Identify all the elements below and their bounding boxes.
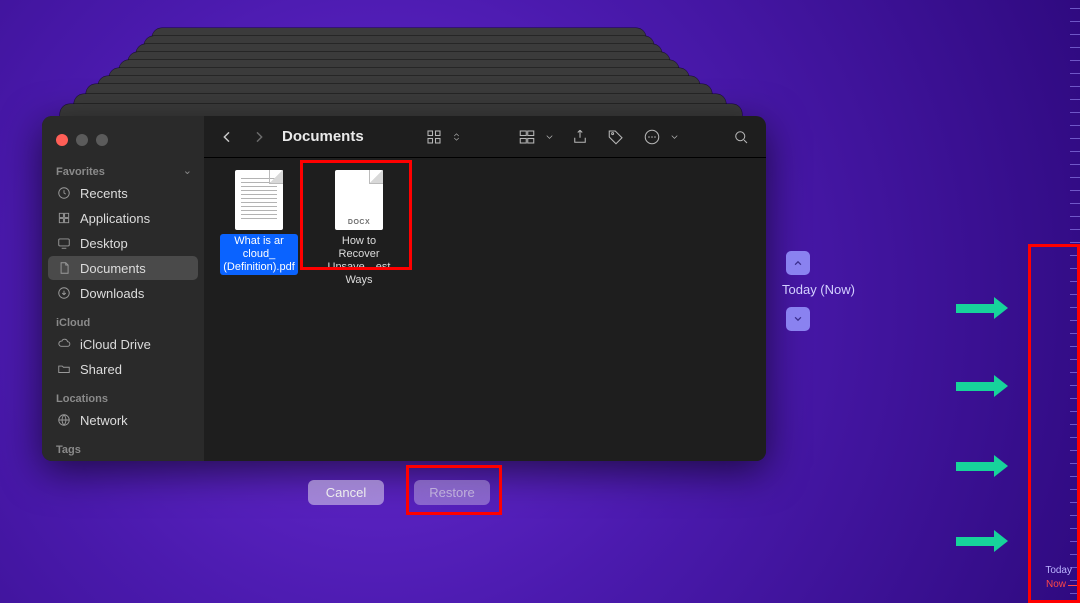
- annotation-arrow-icon: [956, 530, 1008, 552]
- ruler-now-label: Now: [1046, 579, 1066, 590]
- sidebar-item-downloads[interactable]: Downloads: [48, 281, 198, 305]
- toolbar: Documents: [204, 116, 766, 158]
- sidebar-item-label: Documents: [80, 261, 146, 276]
- file-name: How to Recover Unsave…est Ways: [320, 234, 398, 288]
- annotation-arrow-icon: [956, 375, 1008, 397]
- file-item[interactable]: What is ar cloud_ (Definition).pdf: [220, 170, 298, 275]
- actions-icon[interactable]: [641, 126, 663, 148]
- chevron-down-icon[interactable]: ⌄: [183, 164, 192, 177]
- sidebar-item-label: iCloud Drive: [80, 337, 151, 352]
- sidebar-item-iclouddrive[interactable]: iCloud Drive: [48, 332, 198, 356]
- window-title: Documents: [282, 128, 364, 145]
- minimize-window-button[interactable]: [76, 134, 88, 146]
- traffic-lights: [48, 122, 198, 160]
- tag-icon[interactable]: [605, 126, 627, 148]
- timeline-later-button[interactable]: [786, 251, 810, 275]
- annotation-arrow-icon: [956, 297, 1008, 319]
- doc-icon: [56, 260, 72, 276]
- updown-icon[interactable]: [450, 126, 462, 148]
- main-pane: Documents What is ar cloud_ (Definition)…: [204, 116, 766, 461]
- annotation-arrow-icon: [956, 455, 1008, 477]
- pdf-file-icon: [235, 170, 283, 230]
- zoom-window-button[interactable]: [96, 134, 108, 146]
- finder-window: Favorites ⌄ Recents Applications Desktop…: [42, 116, 766, 461]
- sidebar-item-applications[interactable]: Applications: [48, 206, 198, 230]
- sidebar-item-tag-red[interactable]: Red: [48, 459, 198, 461]
- chevron-down-icon[interactable]: [668, 126, 680, 148]
- action-buttons: Cancel Restore: [308, 480, 490, 505]
- sidebar-item-network[interactable]: Network: [48, 408, 198, 432]
- cancel-button[interactable]: Cancel: [308, 480, 384, 505]
- file-item[interactable]: DOCX How to Recover Unsave…est Ways: [320, 170, 398, 288]
- download-icon: [56, 285, 72, 301]
- timeline-earlier-button[interactable]: [786, 307, 810, 331]
- back-button[interactable]: [218, 128, 236, 146]
- timeline-current-label: Today (Now): [782, 282, 855, 297]
- clock-icon: [56, 185, 72, 201]
- ruler-today-label: Today: [1045, 565, 1072, 576]
- sidebar-section-tags-label: Tags: [48, 438, 198, 458]
- share-icon[interactable]: [569, 126, 591, 148]
- sidebar-item-label: Applications: [80, 211, 150, 226]
- sidebar-item-shared[interactable]: Shared: [48, 357, 198, 381]
- forward-button[interactable]: [250, 128, 268, 146]
- folder-icon: [56, 361, 72, 377]
- file-grid[interactable]: What is ar cloud_ (Definition).pdf DOCX …: [204, 158, 766, 461]
- sidebar: Favorites ⌄ Recents Applications Desktop…: [42, 116, 204, 461]
- sidebar-item-recents[interactable]: Recents: [48, 181, 198, 205]
- icloud-icon: [56, 336, 72, 352]
- sidebar-item-label: Downloads: [80, 286, 144, 301]
- ruler-now-marker: [1068, 585, 1080, 586]
- sidebar-section-locations-label: Locations: [48, 387, 198, 407]
- timeline-ruler[interactable]: /* ticks injected below after data parse…: [1050, 0, 1080, 603]
- sidebar-item-label: Shared: [80, 362, 122, 377]
- search-icon[interactable]: [730, 126, 752, 148]
- apps-icon: [56, 210, 72, 226]
- sidebar-item-label: Desktop: [80, 236, 128, 251]
- sidebar-item-label: Recents: [80, 186, 128, 201]
- sidebar-item-documents[interactable]: Documents: [48, 256, 198, 280]
- sidebar-item-desktop[interactable]: Desktop: [48, 231, 198, 255]
- view-grid-icon[interactable]: [423, 126, 445, 148]
- docx-file-icon: DOCX: [335, 170, 383, 230]
- chevron-down-icon[interactable]: [543, 126, 555, 148]
- file-name: What is ar cloud_ (Definition).pdf: [220, 234, 298, 275]
- close-window-button[interactable]: [56, 134, 68, 146]
- sidebar-section-favorites-label: Favorites: [48, 160, 113, 180]
- group-icon[interactable]: [516, 126, 538, 148]
- desktop-icon: [56, 235, 72, 251]
- sidebar-section-icloud-label: iCloud: [48, 311, 198, 331]
- restore-button[interactable]: Restore: [414, 480, 490, 505]
- sidebar-item-label: Network: [80, 413, 128, 428]
- globe-icon: [56, 412, 72, 428]
